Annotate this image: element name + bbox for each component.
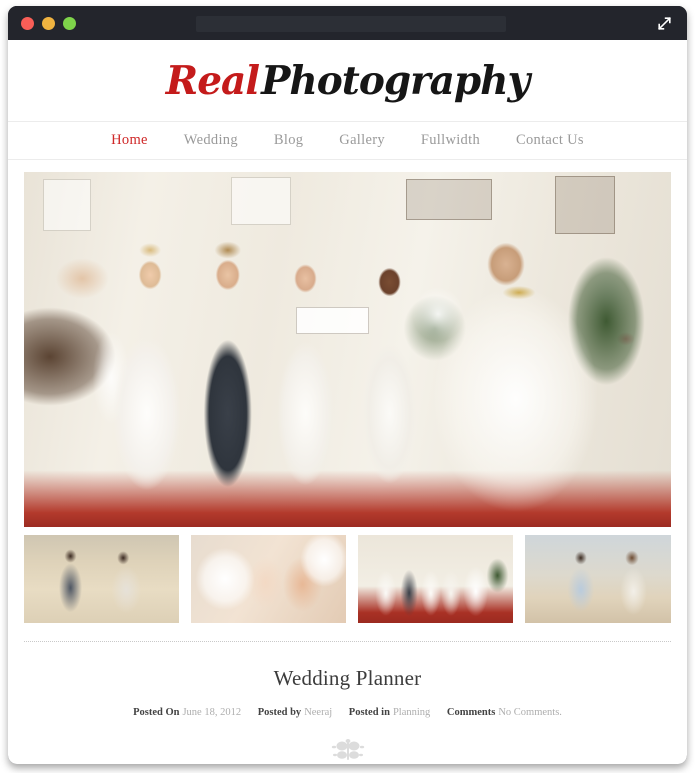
nav-item-gallery[interactable]: Gallery	[339, 132, 385, 149]
meta-label-posted-in: Posted in	[348, 707, 390, 718]
nav-item-home[interactable]: Home	[111, 132, 148, 149]
meta-value-posted-on[interactable]: June 18, 2012	[182, 707, 241, 718]
nav-item-fullwidth[interactable]: Fullwidth	[421, 132, 480, 149]
main-navigation: Home Wedding Blog Gallery Fullwidth Cont…	[8, 121, 687, 160]
meta-label-posted-on: Posted On	[133, 707, 180, 718]
minimize-button[interactable]	[42, 16, 55, 30]
expand-diagonal-arrows-icon[interactable]	[656, 15, 673, 32]
maximize-button[interactable]	[63, 16, 76, 30]
meta-posted-in: Posted in Planning	[349, 707, 433, 718]
floral-divider-ornament	[321, 738, 375, 764]
nav-item-blog[interactable]: Blog	[274, 132, 303, 149]
logo-text-photography: Photography	[261, 58, 530, 104]
post-meta: Posted On June 18, 2012 Posted by Neeraj P…	[8, 707, 687, 718]
meta-posted-by: Posted by Neeraj	[258, 707, 335, 718]
post-divider	[24, 641, 671, 642]
thumbnail-item[interactable]	[358, 535, 513, 623]
address-bar-input[interactable]	[196, 16, 506, 32]
thumbnail-item[interactable]	[525, 535, 671, 623]
browser-window: RealPhotography Home Wedding Blog Galler…	[8, 6, 687, 764]
close-button[interactable]	[21, 16, 34, 30]
meta-value-author[interactable]: Neeraj	[304, 707, 332, 718]
site-logo[interactable]: RealPhotography	[8, 40, 687, 121]
logo-text-real: Real	[165, 58, 260, 104]
window-controls	[21, 16, 76, 30]
meta-comments: Comments No Comments.	[447, 707, 562, 718]
thumbnail-item[interactable]	[191, 535, 346, 623]
hero-slider[interactable]	[24, 172, 671, 527]
thumbnail-item[interactable]	[24, 535, 179, 623]
nav-item-wedding[interactable]: Wedding	[184, 132, 238, 149]
post-title: Wedding Planner	[273, 666, 422, 690]
meta-value-comments[interactable]: No Comments.	[498, 707, 562, 718]
hero-slide-image	[24, 172, 671, 527]
meta-posted-on: Posted On June 18, 2012	[133, 707, 244, 718]
meta-label-posted-by: Posted by	[257, 707, 302, 718]
meta-label-comments: Comments	[446, 707, 496, 718]
page-viewport: RealPhotography Home Wedding Blog Galler…	[8, 40, 687, 764]
browser-titlebar	[8, 6, 687, 40]
slider-thumbnail-strip[interactable]	[24, 535, 671, 623]
nav-item-contact-us[interactable]: Contact Us	[516, 132, 584, 149]
meta-value-category[interactable]: Planning	[393, 707, 430, 718]
